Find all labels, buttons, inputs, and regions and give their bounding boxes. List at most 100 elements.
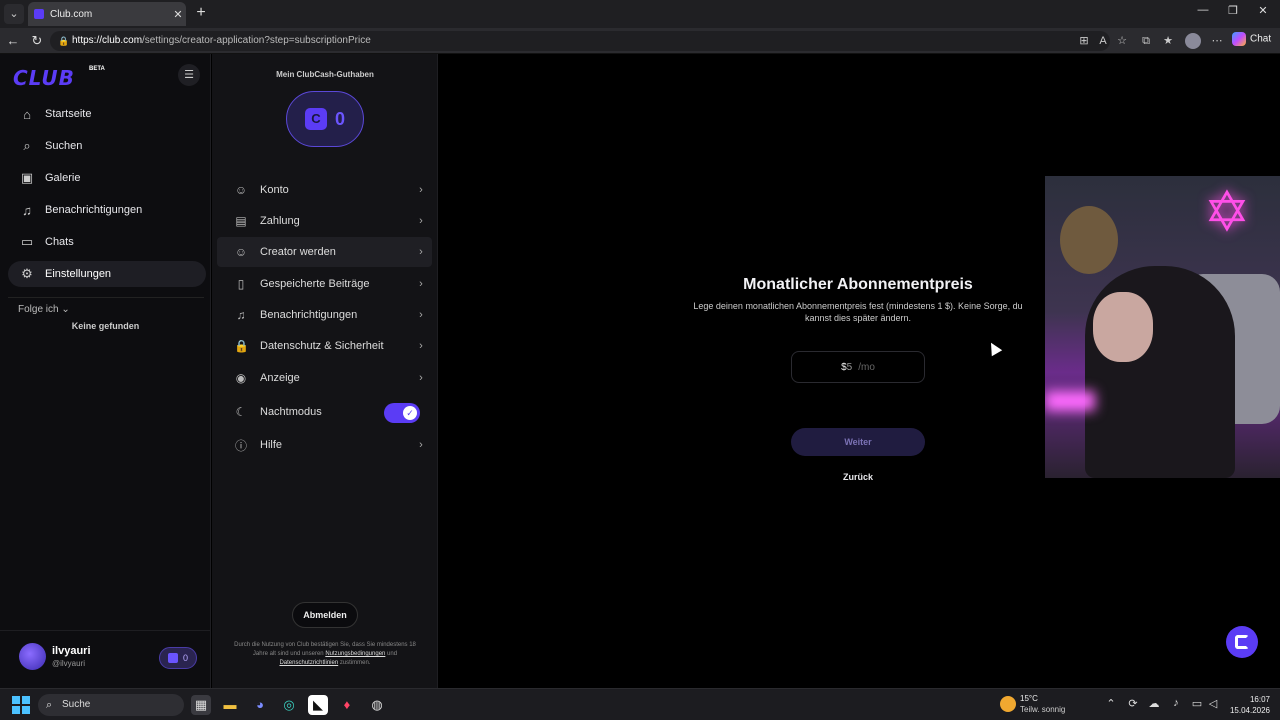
display-icon[interactable]: ▭ (1189, 697, 1205, 710)
more-icon[interactable]: ⋯ (1210, 34, 1224, 48)
settings-item-label: Creator werden (260, 246, 336, 258)
sidebar-item-gallery[interactable]: ▣ Galerie (8, 165, 206, 191)
club-favicon-icon (34, 9, 44, 19)
discord-icon[interactable]: ◕ (250, 695, 270, 715)
extensions-icon[interactable]: ⧉ (1139, 34, 1153, 48)
tab-title: Club.com (50, 8, 93, 20)
settings-item-account[interactable]: ☺ Konto › (217, 175, 432, 205)
sidebar-item-home[interactable]: ⌂ Startseite (8, 101, 206, 127)
clubcash-balance-value: 0 (334, 108, 345, 129)
clock-date: 15.04.2026 (1229, 706, 1270, 715)
sidebar-item-label: Startseite (45, 108, 92, 120)
back-icon[interactable]: ← (4, 32, 22, 50)
terms-link[interactable]: Nutzungsbedingungen (325, 651, 385, 657)
weather-temp: 15°C (1020, 694, 1038, 703)
page-description: Lege deinen monatlichen Abonnementpreis … (693, 301, 1023, 323)
night-mode-toggle[interactable]: ✓ (384, 403, 420, 423)
close-window-icon[interactable]: ✕ (1252, 4, 1274, 17)
settings-item-payment[interactable]: ▤ Zahlung › (217, 206, 432, 236)
site-info-icon[interactable]: 🔒 (58, 31, 69, 51)
gallery-icon: ▣ (20, 170, 34, 185)
chevron-right-icon: › (419, 309, 423, 321)
profile-avatar[interactable] (1185, 33, 1201, 49)
obs-icon[interactable]: ◍ (367, 695, 387, 715)
copilot-chat-button[interactable]: Chat (1232, 32, 1271, 46)
info-icon: ⓘ (234, 438, 247, 453)
sidebar: CLUB BETA ☰ ⌂ Startseite ⌕ Suchen ▣ Gale… (0, 54, 211, 688)
settings-item-display[interactable]: ◉ Anzeige › (217, 363, 432, 393)
price-input[interactable]: $5/mo (791, 351, 925, 383)
sidebar-item-settings[interactable]: ⚙ Einstellungen (8, 261, 206, 287)
legal-end: zustimmen. (339, 660, 371, 666)
app-icon[interactable]: ◣ (308, 695, 328, 715)
minimize-icon[interactable]: — (1192, 4, 1214, 16)
sidebar-divider (8, 297, 204, 298)
settings-item-label: Hilfe (260, 439, 283, 451)
browser-tab[interactable]: Club.com ✕ (28, 2, 186, 26)
clubcash-title: Mein ClubCash-Guthaben (276, 70, 374, 79)
chevron-down-icon: ⌄ (61, 304, 70, 315)
sidebar-item-chats[interactable]: ▭ Chats (8, 229, 206, 255)
sidebar-item-label: Galerie (45, 172, 81, 184)
clubcash-balance[interactable]: C 0 (286, 91, 364, 147)
new-tab-icon[interactable]: + (192, 4, 210, 22)
sidebar-item-label: Chats (45, 236, 74, 248)
cloud-icon[interactable]: ☁ (1146, 697, 1162, 710)
sidebar-item-search[interactable]: ⌕ Suchen (8, 133, 206, 159)
pin-app-icon[interactable]: ♦ (337, 695, 357, 715)
privacy-link[interactable]: Datenschutzrichtlinien (279, 660, 338, 666)
close-tab-icon[interactable]: ✕ (170, 8, 186, 21)
chevron-right-icon: › (419, 184, 423, 196)
chevron-up-icon[interactable]: ⌃ (1103, 697, 1119, 710)
chevron-right-icon: › (419, 278, 423, 290)
tab-actions-icon[interactable]: ⌄ (4, 4, 24, 24)
settings-item-privacy[interactable]: 🔒 Datenschutz & Sicherheit › (217, 331, 432, 361)
microphone-icon[interactable]: ♪ (1168, 697, 1184, 709)
lock-icon: 🔒 (234, 339, 249, 353)
edge-icon[interactable]: ◎ (279, 695, 299, 715)
favorites-icon[interactable]: ★ (1161, 34, 1175, 48)
address-toolbar: ← ↻ 🔒 https://club.com/settings/creator-… (0, 28, 1280, 54)
apps-icon[interactable]: ⊞ (1077, 34, 1091, 48)
favorite-star-icon[interactable]: ☆ (1115, 34, 1129, 48)
mouse-cursor-icon (985, 339, 1003, 357)
club-logo[interactable]: CLUB (13, 66, 75, 90)
settings-item-saved-posts[interactable]: ▯ Gespeicherte Beiträge › (217, 269, 432, 299)
settings-item-label: Datenschutz & Sicherheit (260, 340, 384, 352)
restore-icon[interactable]: ❐ (1222, 4, 1244, 17)
menu-icon[interactable]: ☰ (178, 64, 200, 86)
chat-label: Chat (1250, 33, 1272, 45)
chevron-right-icon: › (419, 246, 423, 258)
weather-condition: Teilw. sonnig (1020, 705, 1066, 714)
network-app-icon[interactable]: ⟳ (1125, 697, 1141, 710)
following-dropdown[interactable]: Folge ich ⌄ (18, 304, 70, 315)
read-aloud-icon[interactable]: A (1096, 34, 1110, 48)
sidebar-item-label: Einstellungen (45, 268, 112, 280)
beta-badge: BETA (89, 66, 105, 72)
wallet-icon: ▤ (235, 214, 247, 228)
clubcash-badge[interactable]: 0 (159, 647, 197, 669)
settings-item-notifications[interactable]: ♫ Benachrichtigungen › (217, 300, 432, 330)
user-card[interactable]: ilvyauri @ilvyauri 0 (0, 630, 211, 688)
sidebar-item-notifications[interactable]: ♫ Benachrichtigungen (8, 197, 206, 223)
file-explorer-icon[interactable]: ▬ (220, 695, 240, 715)
club-chat-fab[interactable] (1226, 626, 1258, 658)
wall-plate-image (1060, 206, 1118, 274)
back-button[interactable]: Zurück (791, 472, 925, 482)
next-button[interactable]: Weiter (791, 428, 925, 456)
following-label: Folge ich (18, 304, 59, 315)
settings-item-become-creator[interactable]: ☺ Creator werden › (217, 237, 432, 267)
chevron-right-icon: › (419, 372, 423, 384)
settings-item-help[interactable]: ⓘ Hilfe › (217, 430, 432, 460)
start-icon[interactable] (12, 696, 30, 714)
taskbar-search[interactable]: ⌕ Suche (38, 694, 184, 716)
task-view-icon[interactable]: ▦ (191, 695, 211, 715)
avatar[interactable] (19, 643, 46, 670)
logout-button[interactable]: Abmelden (292, 602, 358, 628)
volume-icon[interactable]: ◁ (1205, 697, 1221, 710)
url-field[interactable]: 🔒 https://club.com/settings/creator-appl… (50, 31, 1110, 51)
settings-item-night-mode: ☾ Nachtmodus ✓ (217, 397, 432, 427)
user-icon: ☺ (234, 245, 248, 259)
reload-icon[interactable]: ↻ (28, 32, 46, 50)
taskbar-clock[interactable]: 16:07 15.04.2026 (1228, 694, 1270, 716)
